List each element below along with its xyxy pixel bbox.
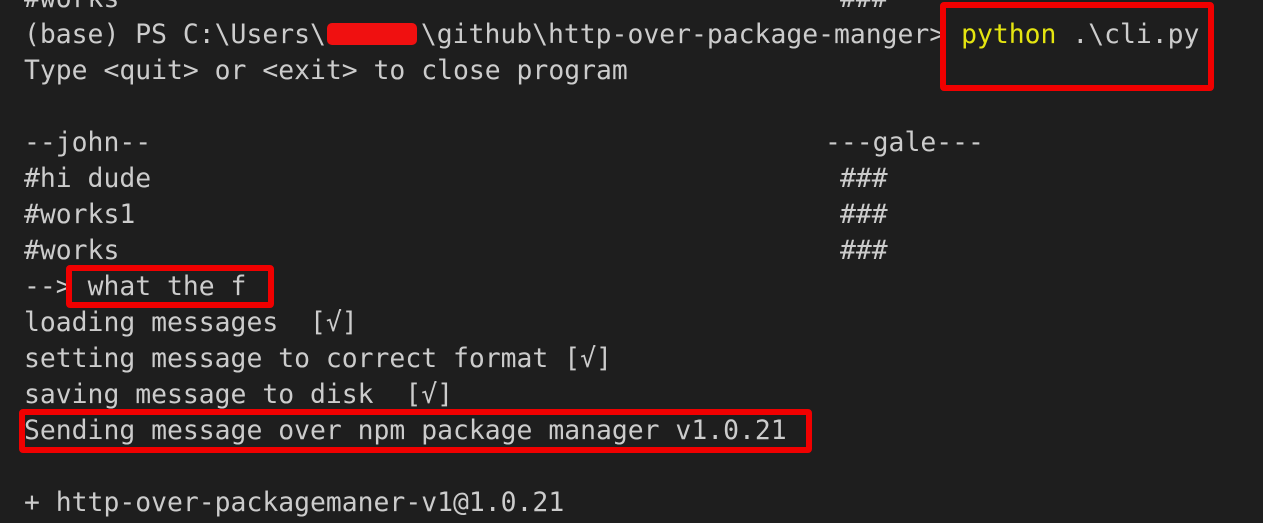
redaction-mark bbox=[327, 23, 417, 45]
highlight-box-command bbox=[940, 2, 1214, 91]
terminal-line: #works1 bbox=[24, 199, 136, 230]
terminal-line: #works bbox=[24, 0, 119, 17]
highlight-box-sending bbox=[19, 409, 812, 453]
prompt-path-rest: \github\http-over-package-manger> bbox=[420, 19, 962, 50]
terminal-line: #works bbox=[24, 235, 120, 266]
terminal-line-right: ---gale--- bbox=[825, 127, 984, 158]
terminal-line-right: ### bbox=[840, 235, 888, 266]
prompt-path: (base) PS C:\Users\ bbox=[24, 19, 326, 50]
terminal-line-right: ### bbox=[840, 0, 888, 17]
terminal-line-right: ### bbox=[840, 199, 888, 230]
highlight-box-input bbox=[66, 265, 274, 308]
terminal-line: #hi dude bbox=[24, 163, 152, 194]
terminal-line: Type <quit> or <exit> to close program bbox=[24, 55, 628, 86]
terminal-line-right: ### bbox=[840, 163, 888, 194]
terminal-line: setting message to correct format [√] bbox=[24, 343, 612, 374]
terminal-line: + http-over-packagemaner-v1@1.0.21 bbox=[24, 487, 565, 518]
terminal-line: saving message to disk [√] bbox=[24, 379, 453, 410]
terminal-line: --john-- bbox=[24, 127, 152, 158]
terminal-line: loading messages [√] bbox=[24, 307, 358, 338]
